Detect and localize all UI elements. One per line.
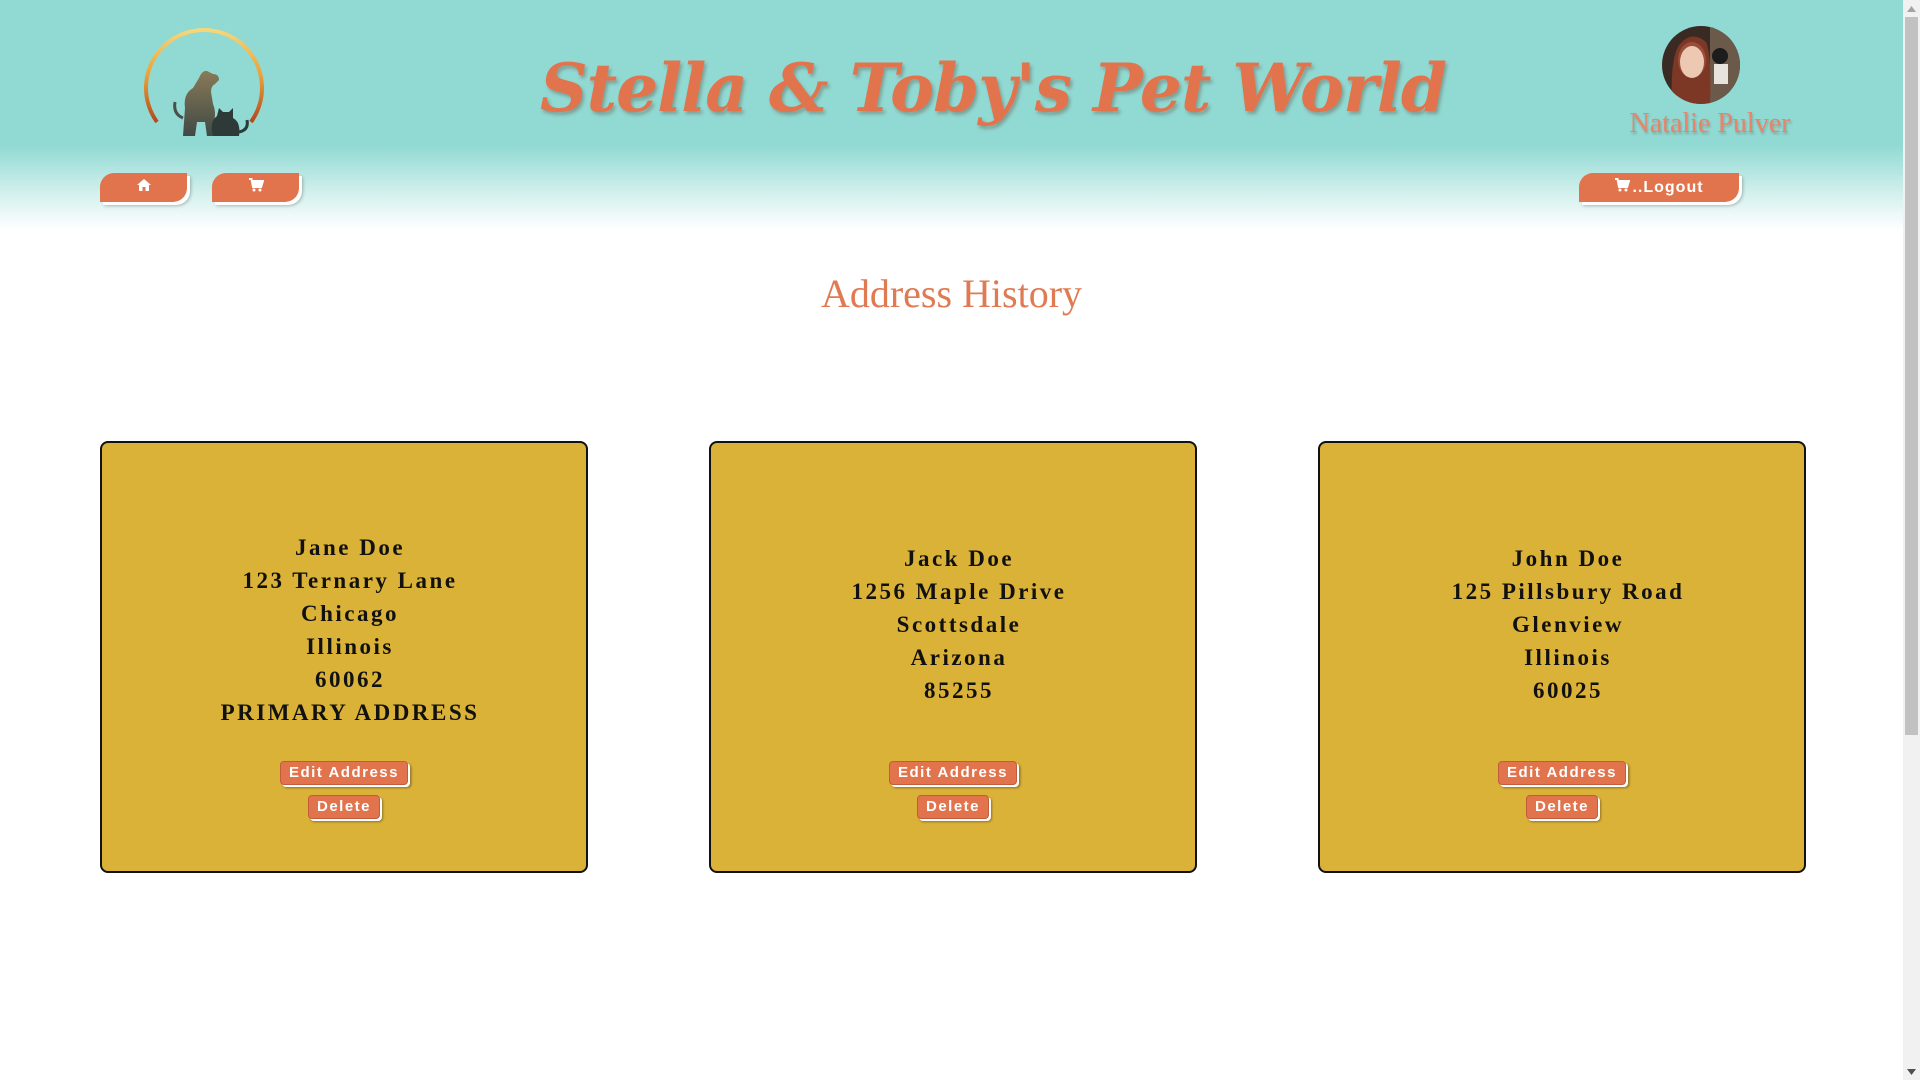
dog-and-cat-logo-icon[interactable]: [143, 22, 265, 140]
address-block: Jack Doe 1256 Maple Drive Scottsdale Ari…: [717, 542, 1201, 707]
user-name[interactable]: Natalie Pulver: [1600, 104, 1820, 144]
address-zip: 60025: [1533, 678, 1603, 703]
vertical-scrollbar[interactable]: [1903, 0, 1920, 1080]
edit-address-button[interactable]: Edit Address: [280, 761, 408, 785]
scroll-down-arrow-icon[interactable]: [1903, 1063, 1920, 1080]
address-card: Jack Doe 1256 Maple Drive Scottsdale Ari…: [709, 441, 1197, 873]
cart-icon: [1614, 178, 1632, 197]
delete-address-button[interactable]: Delete: [307, 795, 381, 819]
cart-button[interactable]: [212, 173, 299, 202]
scrollbar-thumb[interactable]: [1905, 17, 1918, 735]
edit-address-button[interactable]: Edit Address: [1498, 761, 1626, 785]
home-icon: [136, 178, 152, 197]
address-city: Glenview: [1512, 612, 1624, 637]
address-city: Scottsdale: [896, 612, 1022, 637]
address-city: Chicago: [301, 601, 399, 626]
address-name: Jane Doe: [294, 535, 406, 560]
address-street: 125 Pillsbury Road: [1451, 579, 1685, 604]
logout-button[interactable]: ..Logout: [1579, 173, 1739, 202]
delete-address-button[interactable]: Delete: [916, 795, 990, 819]
address-block: Jane Doe 123 Ternary Lane Chicago Illino…: [108, 531, 592, 729]
address-card: John Doe 125 Pillsbury Road Glenview Ill…: [1318, 441, 1806, 873]
page-title: Address History: [820, 271, 1083, 316]
address-name: Jack Doe: [903, 546, 1015, 571]
address-state: Illinois: [1524, 645, 1612, 670]
home-button[interactable]: [100, 173, 187, 202]
scroll-up-arrow-icon[interactable]: [1903, 0, 1920, 17]
address-zip: 85255: [924, 678, 994, 703]
address-name: John Doe: [1511, 546, 1625, 571]
address-card: Jane Doe 123 Ternary Lane Chicago Illino…: [100, 441, 588, 873]
site-header: Stella & Toby's Pet World Natalie Pulver: [0, 0, 1903, 230]
address-block: John Doe 125 Pillsbury Road Glenview Ill…: [1326, 542, 1810, 707]
logout-label: ..Logout: [1632, 178, 1704, 196]
delete-address-button[interactable]: Delete: [1525, 795, 1599, 819]
address-street: 123 Ternary Lane: [242, 568, 458, 593]
site-title[interactable]: Stella & Toby's Pet World: [540, 38, 1447, 138]
edit-address-button[interactable]: Edit Address: [889, 761, 1017, 785]
shopping-cart-icon: [248, 178, 264, 197]
user-avatar[interactable]: [1662, 26, 1740, 104]
address-state: Arizona: [910, 645, 1008, 670]
page: Stella & Toby's Pet World Natalie Pulver: [0, 0, 1920, 1080]
primary-address-badge: PRIMARY ADDRESS: [220, 700, 480, 725]
address-street: 1256 Maple Drive: [851, 579, 1067, 604]
address-state: Illinois: [306, 634, 394, 659]
address-zip: 60062: [315, 667, 385, 692]
